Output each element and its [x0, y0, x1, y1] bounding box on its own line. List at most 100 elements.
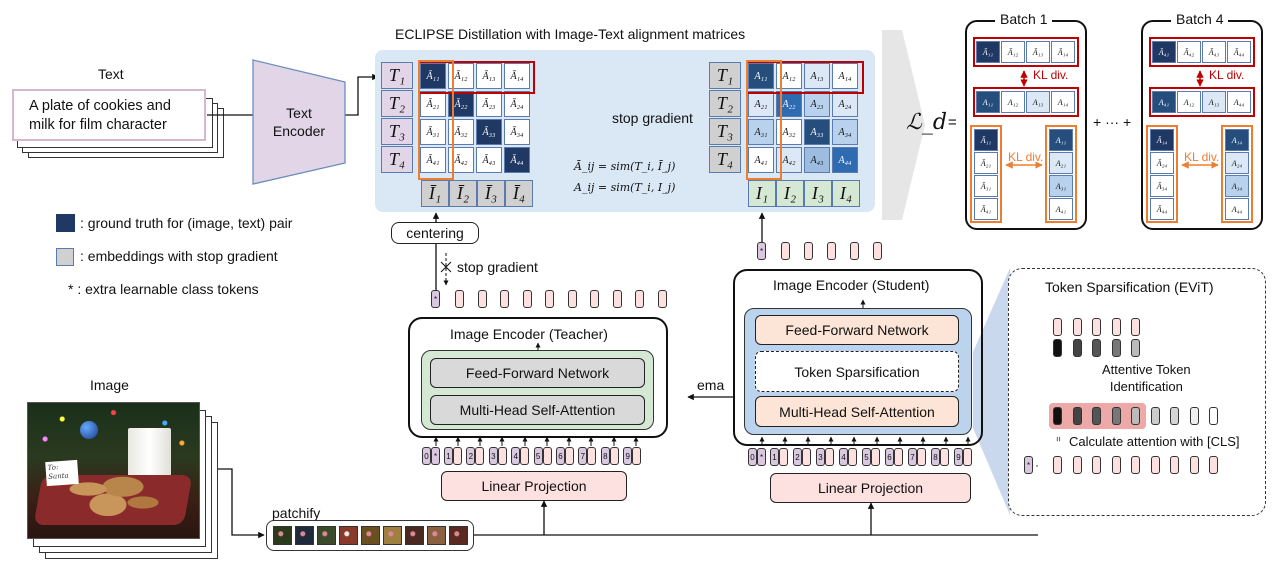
- evit-kept-token: [1053, 318, 1062, 336]
- evit-input-token: [1111, 456, 1121, 474]
- patch-token: [894, 448, 903, 466]
- output-token: [590, 290, 599, 308]
- evit-input-token: [1131, 456, 1140, 474]
- pos-token: 4: [839, 448, 848, 466]
- evit-input-token: [1053, 456, 1062, 474]
- teacher-matrix-cell: Ā₂₄: [504, 91, 530, 117]
- batch-col-student-cell: A₂₁: [1049, 152, 1073, 174]
- student-text-label: T₂: [709, 90, 741, 117]
- student-text-label: T₃: [709, 118, 741, 145]
- ornament-ball: [80, 421, 98, 439]
- evit-calc-text: Calculate attention with [CLS]: [1069, 434, 1240, 449]
- pos-token: 7: [908, 448, 917, 466]
- text-encoder-label: Text Encoder: [253, 98, 345, 146]
- output-token: [567, 290, 577, 308]
- teacher-text-label: T₄: [381, 146, 413, 173]
- evit-input-token: [1170, 456, 1179, 474]
- evit-equals-mark: =: [1053, 436, 1064, 442]
- pos-token: 2: [466, 447, 476, 465]
- pos-token: 0: [422, 447, 431, 465]
- batch-row-student-cell: A₁₄: [1051, 91, 1075, 113]
- output-token: [612, 290, 622, 308]
- image-patch: [317, 526, 336, 545]
- batch-col-student-cell: A₁₄: [1225, 129, 1249, 151]
- student-matrix-cell: A₄₃: [804, 147, 830, 173]
- evit-kept-token: [1131, 318, 1140, 336]
- image-patch: [427, 526, 446, 545]
- note-line2: Santa: [47, 471, 69, 481]
- student-linear-projection: Linear Projection: [770, 473, 971, 503]
- batch-col-student-cell: A₁₁: [1049, 129, 1073, 151]
- output-token: [545, 290, 554, 308]
- batch-col-teacher-cell: Ā₃₁: [974, 175, 998, 197]
- batch-row-teacher-cell: Ā₄₄: [1227, 41, 1251, 63]
- batch-row-teacher-cell: Ā₄₁: [1152, 41, 1176, 63]
- image-heading: Image: [90, 377, 129, 393]
- pos-token: 4: [511, 447, 521, 465]
- evit-attentive-text: Attentive Token Identification: [1102, 361, 1191, 395]
- cls-token: *: [431, 290, 440, 308]
- ema-label: ema: [697, 377, 725, 393]
- output-token: [850, 242, 859, 260]
- centering-box: centering: [391, 222, 479, 244]
- patch-token: [542, 447, 552, 465]
- teacher-encoder-title: Image Encoder (Teacher): [450, 326, 608, 342]
- output-token: [635, 290, 644, 308]
- evit-attention-token: [1189, 407, 1199, 425]
- evit-input-token: [1150, 456, 1160, 474]
- legend-ground-truth-text: : ground truth for (image, text) pair: [80, 215, 293, 231]
- batch-row-teacher-cell: Ā₁₂: [1001, 41, 1025, 63]
- teacher-stop-gradient-label: stop gradient: [457, 259, 538, 275]
- student-ffn: Feed-Forward Network: [755, 315, 959, 345]
- teacher-text-label: T₃: [381, 118, 413, 145]
- evit-attention-token: [1209, 407, 1218, 425]
- batch-col-teacher-cell: Ā₂₁: [974, 152, 998, 174]
- evit-input-token: [1209, 456, 1218, 474]
- output-token: [781, 242, 790, 260]
- image-patch: [383, 526, 402, 545]
- student-image-label: I₁: [748, 180, 776, 207]
- teacher-matrix-cell: Ā₃₄: [504, 119, 530, 145]
- kl-label-row: KL div.: [1209, 68, 1245, 82]
- student-encoder-title: Image Encoder (Student): [773, 277, 930, 293]
- batch-row-student-cell: A₄₄: [1227, 91, 1251, 113]
- legend-ground-truth-swatch: [56, 214, 75, 232]
- pos-token: 3: [488, 447, 498, 465]
- teacher-image-label: Ī₄: [505, 180, 533, 207]
- teacher-text-label: T₂: [381, 90, 413, 117]
- kl-label-col: KL div.: [1184, 150, 1220, 164]
- output-token: [522, 290, 532, 308]
- image-patch: [405, 526, 424, 545]
- evit-attention-token: [1053, 407, 1062, 425]
- student-equation: A_ij = sim(T_i, I_j): [574, 181, 676, 194]
- patch-token: [825, 448, 834, 466]
- santa-note: To: Santa: [45, 459, 79, 487]
- evit-attention-token: [1131, 407, 1140, 425]
- patch-token: [779, 448, 788, 466]
- evit-input-token: [1092, 456, 1101, 474]
- output-token: [455, 290, 464, 308]
- patch-token: [871, 448, 880, 466]
- pos-token: 6: [885, 448, 894, 466]
- evit-kept-token: [1111, 318, 1121, 336]
- evit-attentive-line1: Attentive Token: [1102, 362, 1191, 377]
- evit-score-token: [1072, 339, 1082, 357]
- evit-attention-token: [1170, 407, 1179, 425]
- teacher-equation: Ā_ij = sim(T_i, Ī_j): [574, 160, 676, 173]
- batch-row-teacher-cell: Ā₁₄: [1051, 41, 1075, 63]
- teacher-image-label: Ī₂: [449, 180, 477, 207]
- cls-token: *: [757, 242, 766, 260]
- teacher-matrix-cell: Ā₄₄: [504, 147, 530, 173]
- pos-token: 0: [748, 448, 757, 466]
- evit-input-token: [1072, 456, 1082, 474]
- pos-token: 5: [862, 448, 871, 466]
- batch-col-student-cell: A₄₄: [1225, 198, 1249, 220]
- batch-col-teacher-cell: Ā₂₄: [1150, 152, 1174, 174]
- teacher-image-label: Ī₃: [477, 180, 505, 207]
- pos-token: 6: [556, 447, 565, 465]
- teacher-matrix-cell: Ā₄₃: [476, 147, 502, 173]
- patch-token: [587, 447, 597, 465]
- patch-token: [475, 447, 485, 465]
- pos-token: 5: [533, 447, 543, 465]
- pos-token: 9: [623, 447, 633, 465]
